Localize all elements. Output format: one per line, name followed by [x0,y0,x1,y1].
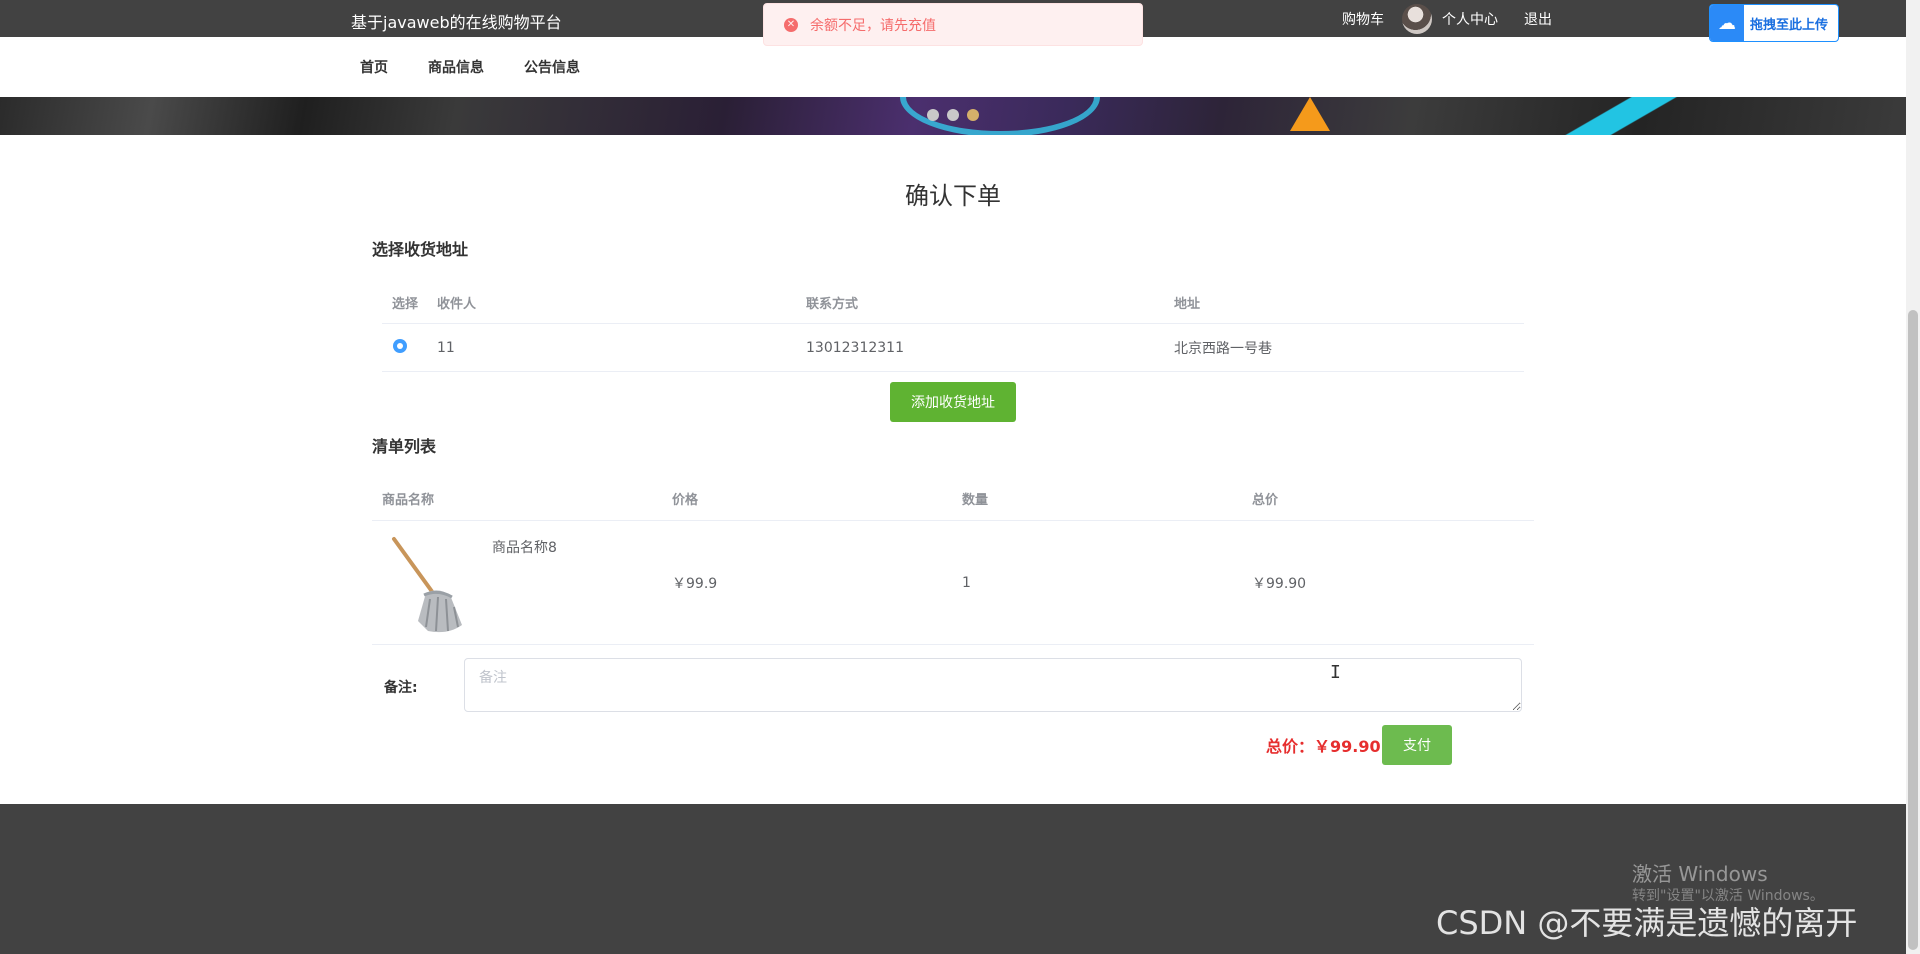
table-row: 商品名称8 ￥99.9 1 ￥99.90 [372,521,1534,645]
order-table: 商品名称 价格 数量 总价 商品名称8 ￥99.9 1 ￥99.90 [372,477,1534,645]
col-quantity: 数量 [962,493,989,508]
logout-link[interactable]: 退出 [1524,9,1552,29]
site-title[interactable]: 基于javaweb的在线购物平台 [351,9,562,33]
address-table: 选择 收件人 联系方式 地址 11 13012312311 北京西路一号巷 [382,282,1524,372]
address-section-title: 选择收货地址 [372,240,469,259]
windows-activation-watermark: 激活 Windows [1632,862,1768,886]
scrollbar-thumb[interactable] [1908,310,1918,950]
toast-message: 余额不足，请先充值 [810,17,936,34]
col-price: 价格 [672,493,699,508]
cart-link[interactable]: 购物车 [1342,9,1384,29]
page-title: 确认下单 [905,182,1001,210]
order-total: 总价：￥99.90 [1266,737,1381,756]
col-recipient: 收件人 [437,297,477,312]
product-image[interactable] [388,535,480,635]
order-table-header: 商品名称 价格 数量 总价 [372,477,1534,521]
total-cell: ￥99.90 [1252,575,1307,592]
remark-input[interactable] [464,658,1522,712]
col-select: 选择 [392,297,419,312]
error-toast: ✕ 余额不足，请先充值 [763,3,1143,46]
recipient-cell: 11 [437,339,455,356]
nav-home[interactable]: 首页 [360,57,388,77]
cloud-icon: ☁ [1710,5,1744,41]
text-cursor-icon: I [1330,662,1341,683]
address-cell: 北京西路一号巷 [1174,340,1272,357]
pay-button[interactable]: 支付 [1382,725,1452,765]
address-table-header: 选择 收件人 联系方式 地址 [382,282,1524,324]
avatar[interactable] [1402,3,1432,34]
profile-link[interactable]: 个人中心 [1442,9,1498,29]
nav-products[interactable]: 商品信息 [428,57,484,77]
phone-cell: 13012312311 [806,339,904,356]
nav-bar: 首页 商品信息 公告信息 [0,37,1906,97]
carousel-dot-active[interactable] [967,109,979,121]
product-name[interactable]: 商品名称8 [492,537,557,557]
col-phone: 联系方式 [806,297,859,312]
csdn-watermark: CSDN @不要满是遗憾的离开 [1436,904,1858,942]
add-address-button[interactable]: 添加收货地址 [890,382,1016,422]
carousel-dot[interactable] [927,109,939,121]
upload-label: 拖拽至此上传 [1750,17,1829,33]
order-section-title: 清单列表 [372,437,437,456]
price-cell: ￥99.9 [672,575,718,592]
top-right-menu: 购物车 个人中心 退出 [1342,0,1552,37]
col-total: 总价 [1252,493,1279,508]
address-radio[interactable] [393,338,407,353]
page-scrollbar[interactable] [1906,0,1920,954]
nav-notices[interactable]: 公告信息 [524,57,580,77]
carousel-banner [0,97,1906,135]
col-product-name: 商品名称 [382,493,435,508]
carousel-indicators [927,109,979,121]
error-icon: ✕ [784,17,798,32]
carousel-dot[interactable] [947,109,959,121]
table-row[interactable]: 11 13012312311 北京西路一号巷 [382,324,1524,372]
quantity-cell: 1 [962,574,971,591]
upload-widget-button[interactable]: ☁ 拖拽至此上传 [1709,4,1839,42]
remark-label: 备注: [384,680,418,696]
col-address: 地址 [1174,297,1201,312]
